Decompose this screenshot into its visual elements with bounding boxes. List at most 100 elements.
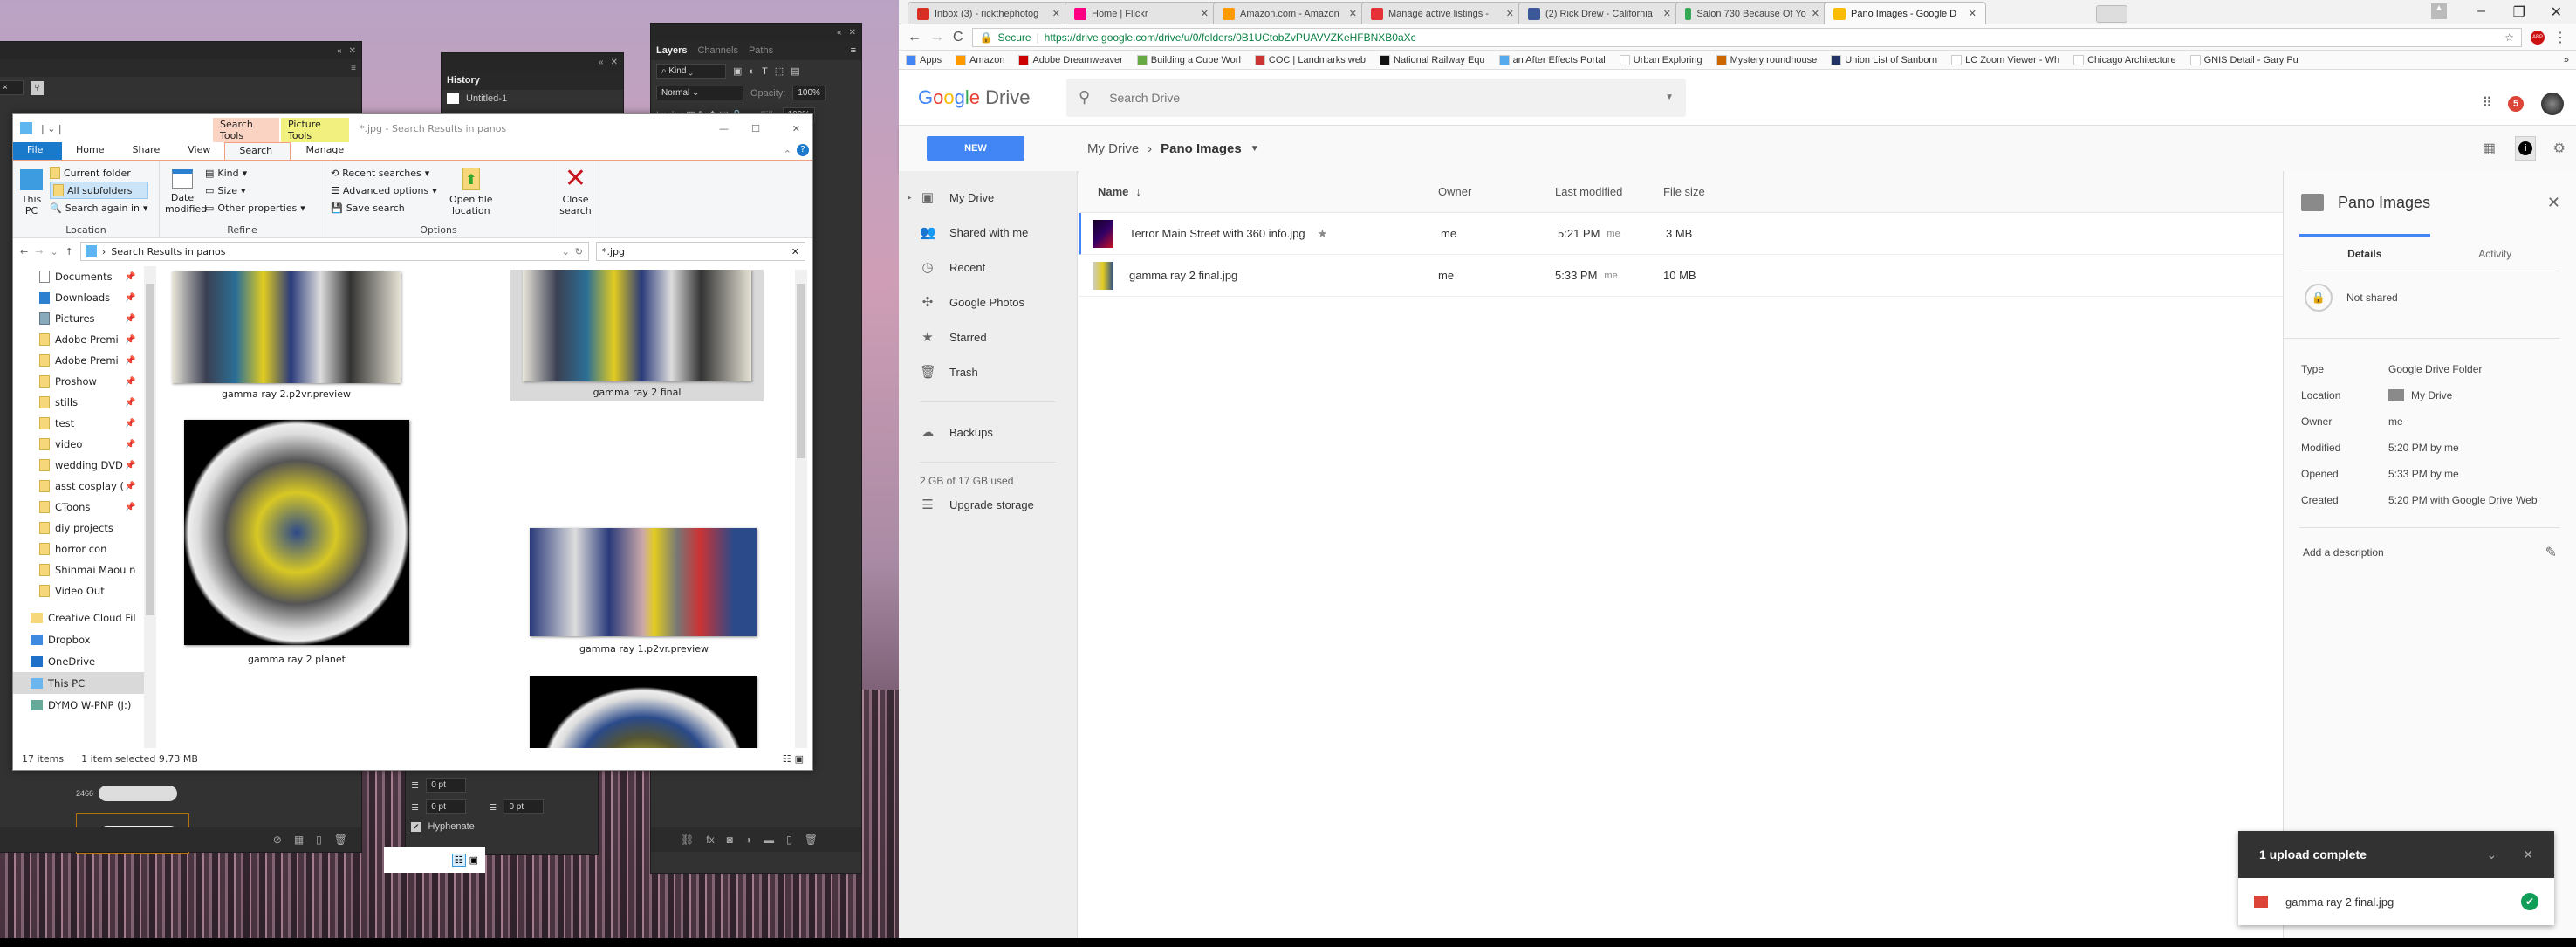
bookmark-item[interactable]: Union List of Sanborn	[1831, 54, 1937, 65]
pin-icon[interactable]: 📌	[125, 440, 135, 449]
minimize-button[interactable]: —	[719, 123, 729, 134]
quick-access-toolbar-icon[interactable]: | ⌄ |	[41, 123, 62, 134]
pin-icon[interactable]: 📌	[125, 377, 135, 387]
nav-root-item[interactable]: Dropbox	[13, 628, 144, 650]
search-again-button[interactable]: 🔍 Search again in ▾	[50, 199, 148, 216]
nav-item[interactable]: Downloads 📌	[13, 287, 144, 308]
collapse-ribbon-icon[interactable]: ⌃	[784, 148, 791, 160]
brush-tool-icon[interactable]: ⑂	[31, 80, 44, 95]
search-icon[interactable]: ⚲	[1079, 88, 1090, 106]
help-icon[interactable]: ?	[797, 144, 809, 156]
search-box[interactable]: *.jpg ✕	[596, 242, 805, 261]
maximize-button[interactable]: ☐	[751, 123, 760, 134]
sort-arrow-icon[interactable]: ↓	[1135, 185, 1141, 198]
bookmark-item[interactable]: Amazon	[956, 54, 1004, 65]
close-upload-icon[interactable]: ✕	[2523, 847, 2533, 862]
tab-channels[interactable]: Channels	[697, 45, 737, 56]
bookmark-item[interactable]: Adobe Dreamweaver	[1018, 54, 1123, 65]
open-file-location-button[interactable]: ⬆ Open file location	[449, 164, 493, 234]
brush-grid-icon[interactable]: ▦	[294, 834, 304, 846]
pin-icon[interactable]: 📌	[125, 419, 135, 429]
nav-item[interactable]: Documents 📌	[13, 266, 144, 287]
tab-activity[interactable]: Activity	[2430, 234, 2561, 271]
browser-tab[interactable]: Home | Flickr ✕	[1065, 2, 1218, 24]
address-bar[interactable]: › Search Results in panos ⌄ ↻	[79, 242, 589, 261]
sidebar-item-shared-with-me[interactable]: 👥 Shared with me	[899, 215, 1077, 250]
table-row[interactable]: gamma ray 2 final.jpg me 5:33 PM me 10 MB	[1079, 255, 2283, 297]
details-view-icon[interactable]: ☷	[451, 853, 466, 867]
adjustment-icon[interactable]: ◑	[745, 834, 751, 846]
all-subfolders-button[interactable]: All subfolders	[50, 182, 148, 199]
browser-tab[interactable]: Pano Images - Google D ✕	[1824, 2, 1986, 24]
sidebar-item-trash[interactable]: 🗑 Trash	[899, 354, 1077, 389]
checkbox-icon[interactable]: ✔	[411, 821, 421, 832]
bookmark-item[interactable]: COC | Landmarks web	[1254, 54, 1366, 65]
close-button[interactable]: ✕	[2551, 3, 2562, 21]
close-button[interactable]: ✕	[792, 123, 800, 134]
tab-close-icon[interactable]: ✕	[1969, 8, 1977, 19]
recent-searches-button[interactable]: ⟲ Recent searches ▾	[331, 164, 437, 182]
bookmark-item[interactable]: Building a Cube Worl	[1136, 54, 1241, 65]
adblock-icon[interactable]: ABP	[2531, 30, 2545, 45]
forward-button[interactable]: →	[930, 30, 944, 45]
current-folder-button[interactable]: Current folder	[50, 164, 148, 182]
notifications-badge[interactable]: 5	[2508, 96, 2524, 112]
edit-pencil-icon[interactable]: ✎	[2545, 544, 2557, 561]
date-modified-button[interactable]: Date modified	[165, 164, 207, 234]
search-options-icon[interactable]: ▼	[1665, 93, 1674, 102]
tab-paths[interactable]: Paths	[749, 45, 773, 56]
pin-icon[interactable]: 📌	[125, 335, 135, 345]
bookmark-item[interactable]: LC Zoom Viewer - Wh	[1951, 54, 2059, 65]
address-dropdown-icon[interactable]: ⌄	[562, 246, 570, 257]
sidebar-item-my-drive[interactable]: ▸ ▣ My Drive	[899, 180, 1077, 215]
trash-icon[interactable]: 🗑	[805, 834, 818, 846]
folder-menu-icon[interactable]: ▼	[1250, 144, 1259, 154]
breadcrumb-my-drive[interactable]: My Drive	[1087, 141, 1139, 156]
file-thumbnail-partial[interactable]	[530, 676, 757, 748]
content-scrollbar[interactable]	[795, 270, 807, 748]
hyphenate-checkbox-label[interactable]: Hyphenate	[428, 821, 475, 832]
panel-menu-icon[interactable]: ≡	[851, 45, 856, 56]
clear-search-icon[interactable]: ✕	[791, 246, 799, 257]
nav-item[interactable]: asst cosplay (📌	[13, 476, 144, 497]
adjustment-filter-icon[interactable]: ◐	[749, 66, 755, 77]
new-layer-icon[interactable]: ▯	[786, 834, 792, 846]
up-button[interactable]: ↑	[65, 246, 73, 257]
bookmark-item[interactable]: National Railway Equ	[1380, 54, 1485, 65]
column-name[interactable]: Name ↓	[1098, 171, 1141, 212]
pin-icon[interactable]: 📌	[125, 272, 135, 282]
tab-home[interactable]: Home	[62, 142, 118, 160]
minimize-button[interactable]: –	[2477, 3, 2485, 19]
layer-filter-select[interactable]: ⌕ Kind ⌄	[656, 64, 726, 79]
file-item[interactable]: gamma ray 1.p2vr.preview	[530, 528, 758, 655]
type-filter-icon[interactable]: T	[762, 66, 768, 77]
table-row[interactable]: Terror Main Street with 360 info.jpg ★ me 5…	[1079, 213, 2283, 255]
link-icon[interactable]: ⛓	[681, 834, 694, 846]
tab-history[interactable]: History	[447, 75, 480, 86]
nav-root-item[interactable]: Creative Cloud Fil	[13, 607, 144, 628]
tab-close-icon[interactable]: ✕	[1349, 8, 1357, 19]
nav-root-item[interactable]: DYMO W-PNP (J:)	[13, 694, 144, 716]
nav-item[interactable]: Shinmai Maou n	[13, 559, 144, 580]
pin-icon[interactable]: 📌	[125, 398, 135, 408]
bookmark-item[interactable]: Apps	[906, 54, 942, 65]
close-search-button[interactable]: ✕ Close search	[558, 164, 593, 217]
close-details-icon[interactable]: ✕	[2547, 194, 2560, 212]
tab-search[interactable]: Search	[224, 142, 291, 160]
panel-menu-icon[interactable]: ≡	[351, 64, 356, 73]
brush-size-field[interactable]: ×	[0, 80, 24, 95]
nav-item[interactable]: wedding DVD 📌	[13, 455, 144, 476]
collapse-icon[interactable]: «	[337, 46, 342, 56]
bookmark-item[interactable]: Urban Exploring	[1619, 54, 1702, 65]
pin-icon[interactable]: 📌	[125, 356, 135, 366]
nav-item[interactable]: Adobe Premi 📌	[13, 329, 144, 350]
google-drive-logo[interactable]: Google Drive	[918, 86, 1066, 109]
other-properties-button[interactable]: ▭ Other properties ▾	[205, 199, 305, 216]
nav-item[interactable]: CToons 📌	[13, 497, 144, 518]
nav-item[interactable]: Pictures 📌	[13, 308, 144, 329]
close-icon[interactable]: ✕	[349, 46, 356, 56]
indent-field[interactable]: 0 pt	[426, 778, 467, 793]
collapse-chevron-icon[interactable]: ⌄	[2487, 847, 2497, 862]
sidebar-item-recent[interactable]: ◷ Recent	[899, 250, 1077, 285]
nav-item[interactable]: Adobe Premi 📌	[13, 350, 144, 371]
